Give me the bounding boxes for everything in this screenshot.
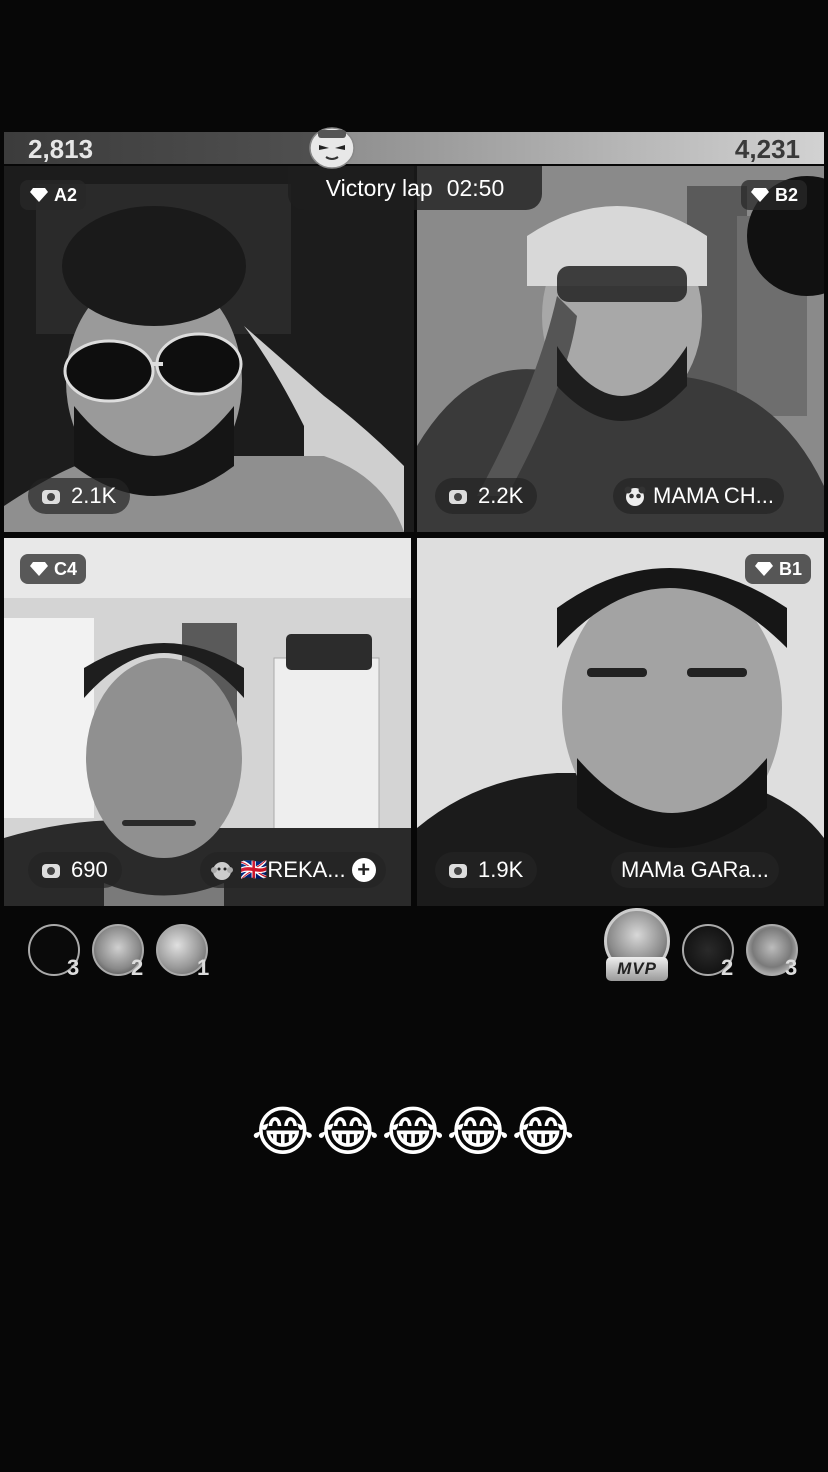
host-name: MAMa GARa... xyxy=(621,857,769,882)
team-badge: B2 xyxy=(741,180,808,210)
battle-status-label: Victory lap xyxy=(325,174,433,201)
host-score: 690 xyxy=(71,857,108,882)
diamond-icon xyxy=(30,188,48,202)
diamond-icon xyxy=(751,188,769,202)
host-name: MAMA CH... xyxy=(653,483,775,508)
gifter-rank: 2 xyxy=(721,955,734,980)
follow-plus-icon[interactable]: + xyxy=(351,857,376,882)
team-badge: B1 xyxy=(745,554,812,584)
gifter-rank: 1 xyxy=(197,955,210,980)
team-badge-label: B2 xyxy=(775,184,799,205)
host-score-chip: 2.2K xyxy=(435,478,538,514)
host-score-chip: 690 xyxy=(28,852,122,888)
team-badge-label: C4 xyxy=(54,558,78,579)
host-name-chip[interactable]: 🇬🇧REKA... + xyxy=(200,852,386,888)
team-left-score: 2,813 xyxy=(28,134,94,164)
team-badge: A2 xyxy=(20,180,87,210)
host-name-chip[interactable]: MAMA CH... xyxy=(613,478,785,514)
team-badge-label: A2 xyxy=(54,184,78,205)
panda-icon xyxy=(624,486,646,506)
team-right-score: 4,231 xyxy=(734,134,800,164)
camera-icon xyxy=(42,490,60,504)
mvp-badge: MVP xyxy=(606,957,668,981)
gifter-rank: 3 xyxy=(67,955,80,980)
team-badge: C4 xyxy=(20,554,87,584)
host-video-tile-b1[interactable]: B1 1.9K MAMa GARa... xyxy=(417,538,824,906)
host-name: 🇬🇧REKA... xyxy=(240,857,346,882)
diamond-icon xyxy=(755,562,773,576)
diamond-icon xyxy=(30,562,48,576)
countdown-timer: 02:50 xyxy=(446,174,505,201)
host-video-tile-a2[interactable]: A2 2.1K xyxy=(4,166,414,532)
reaction-emoji-row: 😂😂😂😂😂 xyxy=(251,1102,577,1162)
host-score-chip: 2.1K xyxy=(28,478,131,514)
mascot-icon xyxy=(309,127,355,169)
host-score: 2.1K xyxy=(71,483,117,508)
host-score: 1.9K xyxy=(478,857,524,882)
monkey-icon xyxy=(211,862,233,880)
team-badge-label: B1 xyxy=(779,558,803,579)
battle-timer: Victory lap 02:50 xyxy=(288,166,542,210)
battle-score-bar: 2,813 4,231 xyxy=(4,132,824,164)
host-score-chip: 1.9K xyxy=(435,852,538,888)
host-score: 2.2K xyxy=(478,483,524,508)
host-video-frame xyxy=(417,538,824,906)
host-video-tile-b2[interactable]: B2 2.2K MAMA CH... xyxy=(417,166,824,532)
host-name-chip[interactable]: MAMa GARa... xyxy=(611,852,779,888)
camera-icon xyxy=(42,864,60,878)
camera-icon xyxy=(449,864,467,878)
gifter-rank: 2 xyxy=(131,955,144,980)
host-video-frame xyxy=(4,538,411,906)
camera-icon xyxy=(449,490,467,504)
gifter-rank: 3 xyxy=(785,955,798,980)
host-video-tile-c4[interactable]: C4 690 🇬🇧REKA... + xyxy=(4,538,411,906)
